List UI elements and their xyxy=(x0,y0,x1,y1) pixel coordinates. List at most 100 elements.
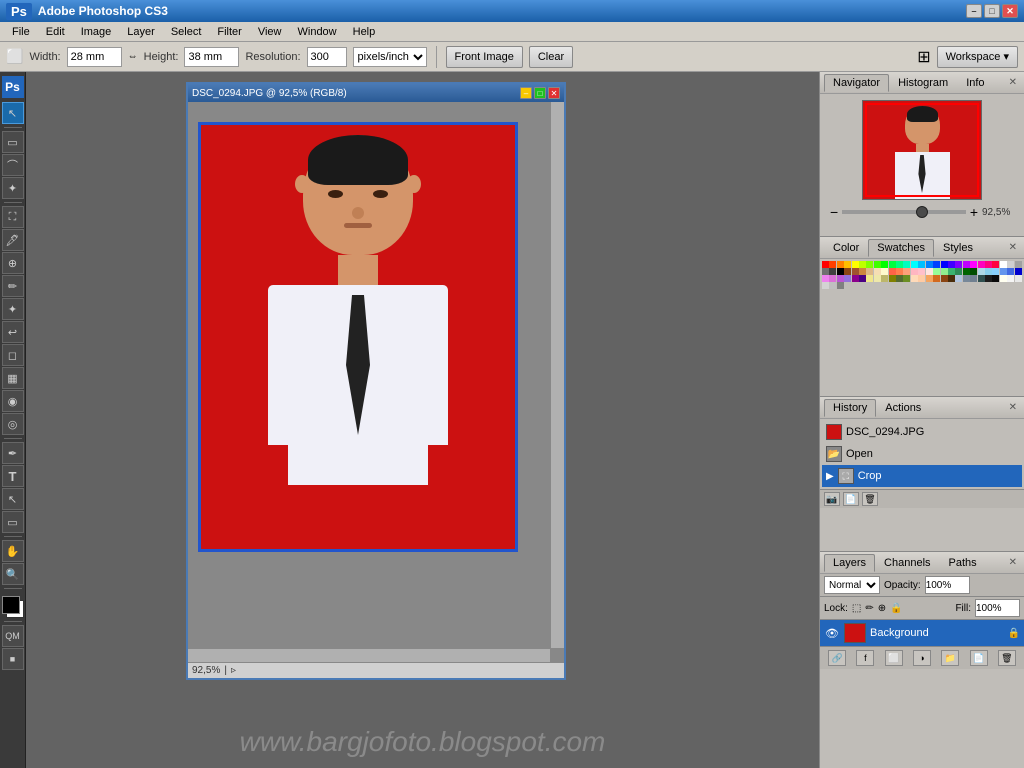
swatch-#ff0080[interactable] xyxy=(985,261,992,268)
swatch-#8b4513[interactable] xyxy=(941,275,948,282)
swatch-#ffa07a[interactable] xyxy=(903,268,910,275)
eraser-tool[interactable]: ◻ xyxy=(2,344,24,366)
minimize-button[interactable]: – xyxy=(966,4,982,18)
swatch-#2e8b57[interactable] xyxy=(955,268,962,275)
history-brush-tool[interactable]: ↩ xyxy=(2,321,24,343)
layer-background[interactable]: 👁 Background 🔒 xyxy=(820,620,1024,646)
swatch-#ff8000[interactable] xyxy=(837,261,844,268)
screen-mode-btn[interactable]: ■ xyxy=(2,648,24,670)
color-swatches[interactable] xyxy=(2,596,24,618)
swatch-#0040ff[interactable] xyxy=(933,261,940,268)
swatch-#404040[interactable] xyxy=(829,268,836,275)
swatch-#ff7f50[interactable] xyxy=(896,268,903,275)
layers-panel-close[interactable]: ✕ xyxy=(1006,556,1020,569)
clone-stamp-tool[interactable]: ✦ xyxy=(2,298,24,320)
swatch-#ffbf00[interactable] xyxy=(844,261,851,268)
text-tool[interactable]: T xyxy=(2,465,24,487)
swatch-#006400[interactable] xyxy=(963,268,970,275)
swatch-#80ff00[interactable] xyxy=(866,261,873,268)
tab-paths[interactable]: Paths xyxy=(940,554,986,572)
swatch-#0000cd[interactable] xyxy=(1015,268,1022,275)
swatch-#ffdab9[interactable] xyxy=(911,275,918,282)
menu-view[interactable]: View xyxy=(250,24,290,40)
doc-scrollbar-horizontal[interactable] xyxy=(188,648,550,662)
layer-delete-button[interactable]: 🗑 xyxy=(998,650,1016,666)
swatch-#4169e1[interactable] xyxy=(1007,268,1014,275)
swatch-#808080[interactable] xyxy=(837,282,844,289)
swatch-#ff0000[interactable] xyxy=(822,261,829,268)
swatch-#bdb76b[interactable] xyxy=(881,275,888,282)
swatch-#556b2f[interactable] xyxy=(896,275,903,282)
swatch-#707070[interactable] xyxy=(822,268,829,275)
history-new-doc[interactable]: 📄 xyxy=(843,492,859,506)
swatch-#ffff00[interactable] xyxy=(852,261,859,268)
tab-color[interactable]: Color xyxy=(824,239,868,257)
swatch-#0000ff[interactable] xyxy=(941,261,948,268)
swatch-#fffacd[interactable] xyxy=(881,268,888,275)
swatch-#bf00ff[interactable] xyxy=(963,261,970,268)
brush-tool[interactable]: ✏ xyxy=(2,275,24,297)
layer-mask-button[interactable]: ⬜ xyxy=(885,650,903,666)
swatch-#00ffff[interactable] xyxy=(911,261,918,268)
layer-visibility-icon[interactable]: 👁 xyxy=(824,625,840,641)
swatch-#ffc0cb[interactable] xyxy=(918,268,925,275)
zoom-slider-thumb[interactable] xyxy=(916,206,928,218)
resolution-unit-select[interactable]: pixels/inch pixels/cm xyxy=(353,47,427,67)
swatch-#ba55d3[interactable] xyxy=(837,275,844,282)
lock-all-icon[interactable]: 🔒 xyxy=(890,603,902,614)
swatch-#bfff00[interactable] xyxy=(859,261,866,268)
swatch-#e8e8e8[interactable] xyxy=(1015,275,1022,282)
swatch-#708090[interactable] xyxy=(970,275,977,282)
width-input[interactable] xyxy=(67,47,122,67)
swatch-#3cb371[interactable] xyxy=(948,268,955,275)
fill-input[interactable] xyxy=(975,599,1020,617)
doc-maximize-button[interactable]: □ xyxy=(534,87,546,99)
swatch-#d2691e[interactable] xyxy=(933,275,940,282)
history-delete[interactable]: 🗑 xyxy=(862,492,878,506)
swatch-#2f4f4f[interactable] xyxy=(978,275,985,282)
zoom-tool[interactable]: 🔍 xyxy=(2,563,24,585)
menu-filter[interactable]: Filter xyxy=(209,24,249,40)
tab-navigator[interactable]: Navigator xyxy=(824,74,889,92)
swatch-#00ff00[interactable] xyxy=(881,261,888,268)
workspace-button[interactable]: Workspace ▾ xyxy=(937,46,1018,68)
swatch-#004d00[interactable] xyxy=(970,268,977,275)
swatch-#cd853f[interactable] xyxy=(859,268,866,275)
swatch-#ffb6c1[interactable] xyxy=(911,268,918,275)
layer-new-button[interactable]: 📄 xyxy=(970,650,988,666)
lock-position-icon[interactable]: ⊕ xyxy=(878,603,886,614)
swatch-#f5deb3[interactable] xyxy=(874,268,881,275)
swatch-#8b008b[interactable] xyxy=(852,275,859,282)
swatch-#da70d6[interactable] xyxy=(829,275,836,282)
swatch-#8b4513[interactable] xyxy=(844,268,851,275)
swatch-#98fb98[interactable] xyxy=(933,268,940,275)
opacity-input[interactable] xyxy=(925,576,970,594)
swatch-#add8e6[interactable] xyxy=(978,268,985,275)
swatch-#f4a460[interactable] xyxy=(926,275,933,282)
dodge-tool[interactable]: ◎ xyxy=(2,413,24,435)
tab-history[interactable]: History xyxy=(824,399,876,417)
color-panel-close[interactable]: ✕ xyxy=(1006,241,1020,254)
healing-brush-tool[interactable]: ⊕ xyxy=(2,252,24,274)
doc-scrollbar-vertical[interactable] xyxy=(550,102,564,648)
zoom-minus-icon[interactable]: − xyxy=(830,204,838,220)
swatch-#87ceeb[interactable] xyxy=(985,268,992,275)
swatch-#fffff0[interactable] xyxy=(1000,275,1007,282)
swatch-#6b8e23[interactable] xyxy=(903,275,910,282)
swatch-#00ffbf[interactable] xyxy=(903,261,910,268)
swatch-#00ff40[interactable] xyxy=(889,261,896,268)
swatch-#ffe4e1[interactable] xyxy=(926,268,933,275)
layer-group-button[interactable]: 📁 xyxy=(941,650,959,666)
history-panel-close[interactable]: ✕ xyxy=(1006,401,1020,414)
menu-layer[interactable]: Layer xyxy=(119,24,163,40)
pen-tool[interactable]: ✒ xyxy=(2,442,24,464)
swatch-#ffcba4[interactable] xyxy=(918,275,925,282)
hand-tool[interactable]: ✋ xyxy=(2,540,24,562)
swatch-#ff6347[interactable] xyxy=(889,268,896,275)
swatch-#87cefa[interactable] xyxy=(992,268,999,275)
swatch-#b0c4de[interactable] xyxy=(955,275,962,282)
tab-histogram[interactable]: Histogram xyxy=(889,74,957,92)
doc-close-button[interactable]: ✕ xyxy=(548,87,560,99)
zoom-slider[interactable] xyxy=(842,210,966,214)
layer-adjustment-button[interactable]: ◑ xyxy=(913,650,931,666)
